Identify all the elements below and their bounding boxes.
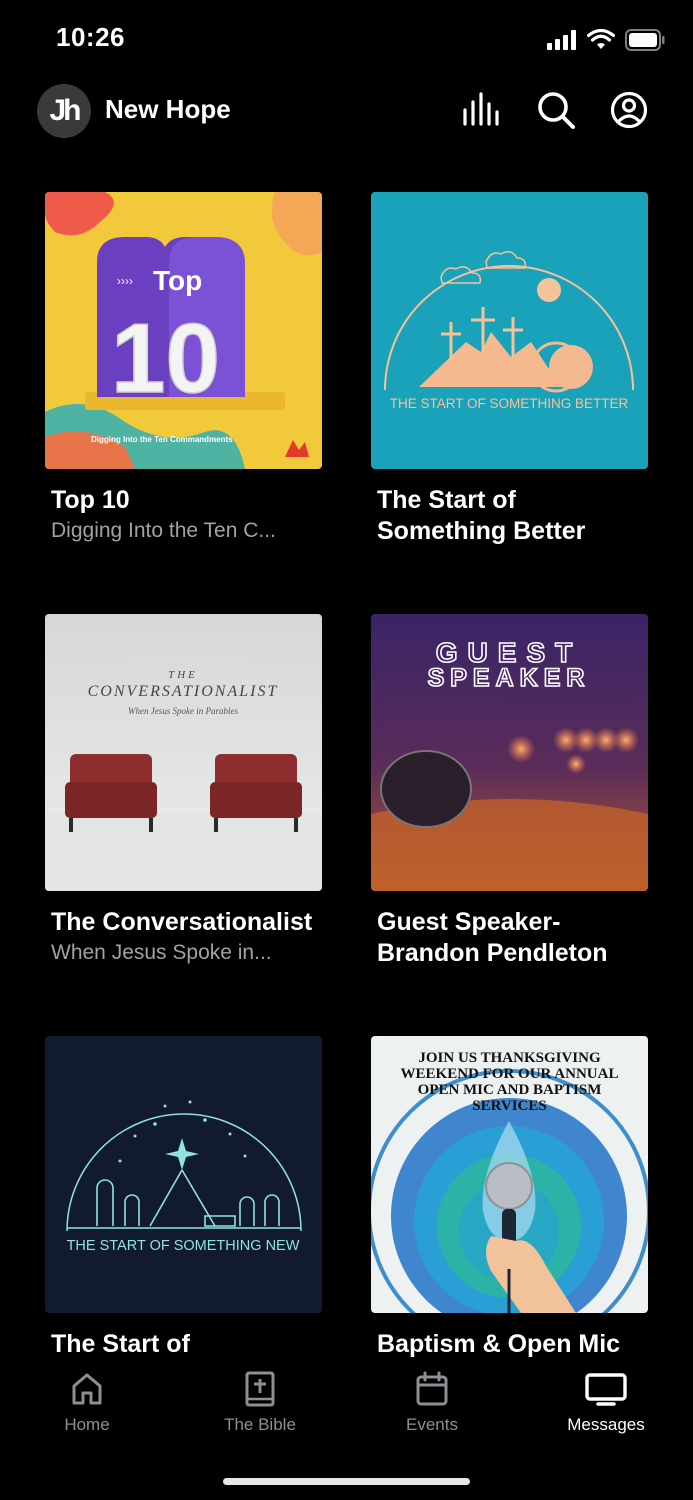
calendar-icon bbox=[416, 1371, 448, 1406]
top-art-text: Top bbox=[153, 265, 202, 296]
series-artwork[interactable]: GUEST SPEAKER bbox=[371, 614, 648, 891]
messages-grid: Top ›››› 10 Digging Into the Ten Command… bbox=[0, 192, 693, 1357]
series-card-baptism-open-mic[interactable]: JOIN US THANKSGIVING WEEKEND FOR OUR ANN… bbox=[371, 1036, 648, 1357]
tab-events[interactable]: Events bbox=[362, 1371, 502, 1435]
series-artwork[interactable]: THE CONVERSATIONALIST When Jesus Spoke i… bbox=[45, 614, 322, 891]
status-icons bbox=[547, 26, 665, 54]
conv-script-text: When Jesus Spoke in Parables bbox=[128, 706, 238, 716]
wifi-icon bbox=[587, 29, 615, 49]
app-title: New Hope bbox=[105, 94, 231, 124]
tv-icon bbox=[585, 1373, 627, 1406]
battery-icon bbox=[625, 29, 665, 51]
series-card-top-10[interactable]: Top ›››› 10 Digging Into the Ten Command… bbox=[45, 192, 322, 546]
series-title: Baptism & Open Mic bbox=[377, 1330, 621, 1357]
church-logo-avatar[interactable]: Jh bbox=[37, 84, 91, 138]
new-caption: THE START OF SOMETHING NEW bbox=[67, 1238, 300, 1254]
svg-text:››››: ›››› bbox=[117, 274, 133, 288]
top10-caption: Digging Into the Ten Commandments bbox=[91, 435, 233, 444]
series-title: Guest Speaker- Brandon Pendleton bbox=[377, 908, 608, 967]
series-card-start-of-something-new[interactable]: THE START OF SOMETHING NEW The Start of bbox=[45, 1036, 322, 1357]
bible-icon bbox=[245, 1371, 275, 1407]
tab-label: The Bible bbox=[224, 1415, 296, 1434]
better-caption: THE START OF SOMETHING BETTER bbox=[390, 396, 629, 411]
guest-art-line2: SPEAKER bbox=[428, 664, 591, 692]
tab-home[interactable]: Home bbox=[17, 1371, 157, 1435]
series-title: The Start of Something Better bbox=[377, 486, 586, 545]
number-art-text: 10 bbox=[111, 303, 220, 413]
series-subtitle: Digging Into the Ten C... bbox=[51, 519, 276, 542]
series-title: The Start of bbox=[51, 1330, 190, 1357]
tab-label: Home bbox=[64, 1415, 110, 1434]
status-time: 10:26 bbox=[56, 22, 125, 52]
series-artwork[interactable]: THE START OF SOMETHING BETTER bbox=[371, 192, 648, 469]
home-indicator[interactable] bbox=[223, 1478, 470, 1485]
app-header: Jh New Hope bbox=[0, 80, 693, 144]
search-icon[interactable] bbox=[536, 90, 576, 130]
conv-small-text: THE bbox=[168, 669, 198, 681]
series-card-start-of-something-better[interactable]: THE START OF SOMETHING BETTER The Start … bbox=[371, 192, 648, 547]
series-subtitle: When Jesus Spoke in... bbox=[51, 941, 272, 964]
audio-bars-icon[interactable] bbox=[461, 90, 501, 130]
series-card-guest-speaker[interactable]: GUEST SPEAKER Guest Speaker- Brandon Pen… bbox=[371, 614, 648, 969]
series-title: The Conversationalist bbox=[51, 908, 313, 936]
series-artwork[interactable]: Top ›››› 10 Digging Into the Ten Command… bbox=[45, 192, 322, 469]
tab-label: Events bbox=[406, 1415, 458, 1434]
conv-big-text: CONVERSATIONALIST bbox=[88, 683, 279, 700]
home-icon bbox=[72, 1373, 102, 1405]
status-bar: 10:26 bbox=[0, 0, 693, 80]
profile-icon[interactable] bbox=[609, 90, 649, 130]
series-artwork[interactable]: THE START OF SOMETHING NEW bbox=[45, 1036, 322, 1313]
series-card-conversationalist[interactable]: THE CONVERSATIONALIST When Jesus Spoke i… bbox=[45, 614, 322, 968]
cellular-signal-icon bbox=[547, 30, 576, 50]
series-title: Top 10 bbox=[51, 486, 130, 514]
tab-the-bible[interactable]: The Bible bbox=[190, 1371, 330, 1435]
series-artwork[interactable]: JOIN US THANKSGIVING WEEKEND FOR OUR ANN… bbox=[371, 1036, 648, 1313]
tab-messages[interactable]: Messages bbox=[536, 1371, 676, 1435]
tab-label: Messages bbox=[567, 1415, 645, 1434]
baptism-art-text: JOIN US THANKSGIVING WEEKEND FOR OUR ANN… bbox=[400, 1050, 619, 1114]
